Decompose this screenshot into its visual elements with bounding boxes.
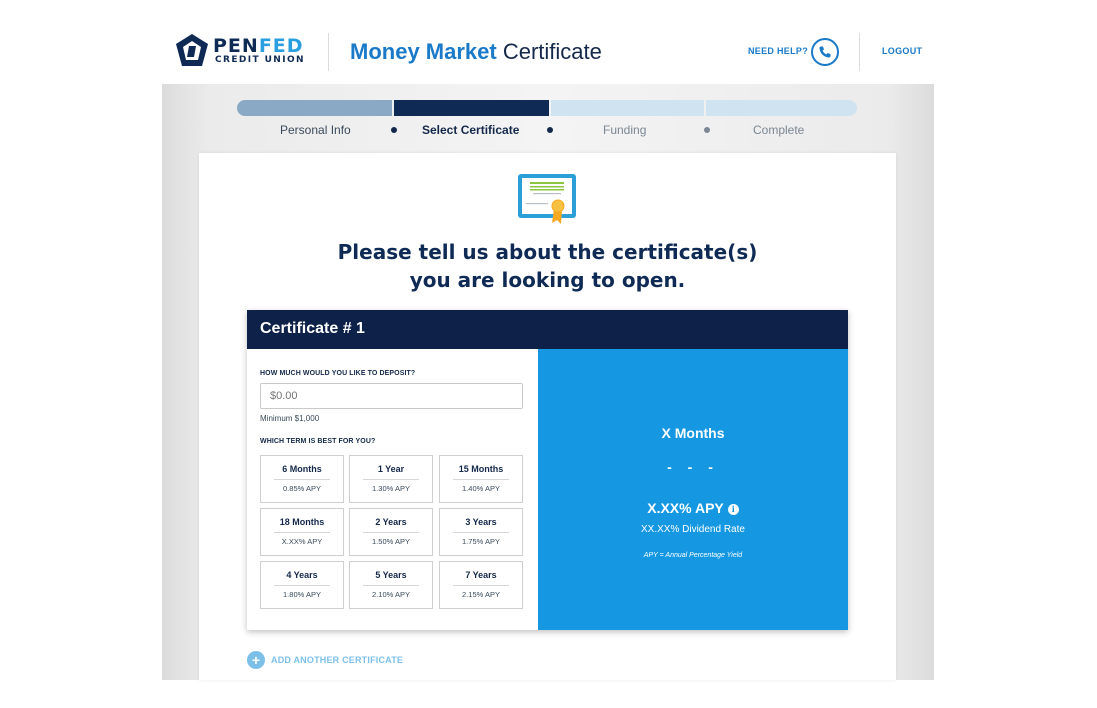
- logout-link[interactable]: LOGOUT: [882, 46, 922, 56]
- top-header: PENFED CREDIT UNION Money Market Certifi…: [0, 0, 1097, 84]
- term-option-15-months[interactable]: 15 Months 1.40% APY: [439, 455, 523, 503]
- step-funding: Funding: [603, 123, 647, 137]
- logo-wordmark: PENFED: [213, 35, 304, 57]
- header-divider: [328, 33, 329, 71]
- header-divider: [859, 33, 860, 71]
- deposit-minimum-note: Minimum $1,000: [260, 414, 320, 423]
- term-label: WHICH TERM IS BEST FOR YOU?: [260, 438, 376, 445]
- term-option-3-years[interactable]: 3 Years 1.75% APY: [439, 508, 523, 556]
- certificate-header: Certificate # 1: [247, 310, 848, 349]
- phone-icon[interactable]: [811, 38, 839, 66]
- certificate-form: HOW MUCH WOULD YOU LIKE TO DEPOSIT? Mini…: [247, 349, 538, 630]
- page-title: Money Market Certificate: [350, 39, 602, 64]
- summary-apy: X.XX% APY i: [538, 500, 848, 516]
- progress-segment-complete: [706, 100, 857, 116]
- logo-tagline: CREDIT UNION: [215, 55, 305, 65]
- term-option-1-year[interactable]: 1 Year 1.30% APY: [349, 455, 433, 503]
- need-help-link[interactable]: NEED HELP?: [748, 46, 808, 56]
- step-personal-info: Personal Info: [280, 123, 351, 137]
- info-icon[interactable]: i: [727, 504, 739, 515]
- page-headline: Please tell us about the certificate(s) …: [337, 240, 758, 292]
- step-separator-dot: [391, 127, 397, 133]
- progress-segment-select-certificate: [394, 100, 549, 116]
- summary-placeholder-dashes: - - -: [667, 459, 719, 475]
- certificate-summary: X Months - - - X.XX% APY i XX.XX% Dividen…: [538, 349, 848, 630]
- term-option-5-years[interactable]: 5 Years 2.10% APY: [349, 561, 433, 609]
- step-separator-dot: [704, 127, 710, 133]
- term-option-2-years[interactable]: 2 Years 1.50% APY: [349, 508, 433, 556]
- deposit-label: HOW MUCH WOULD YOU LIKE TO DEPOSIT?: [260, 370, 416, 377]
- step-separator-dot: [547, 127, 553, 133]
- term-option-4-years[interactable]: 4 Years 1.80% APY: [260, 561, 344, 609]
- certificate-title: Certificate # 1: [260, 320, 365, 337]
- plus-icon: +: [247, 651, 265, 669]
- penfed-shield-icon: [176, 34, 208, 66]
- apy-definition-note: APY = Annual Percentage Yield: [643, 552, 743, 559]
- term-option-6-months[interactable]: 6 Months 0.85% APY: [260, 455, 344, 503]
- add-certificate-label: ADD ANOTHER CERTIFICATE: [271, 655, 404, 665]
- certificate-panel: Certificate # 1 HOW MUCH WOULD YOU LIKE …: [247, 310, 848, 630]
- certificate-icon: [518, 174, 576, 224]
- progress-segment-personal-info: [237, 100, 392, 116]
- term-option-7-years[interactable]: 7 Years 2.15% APY: [439, 561, 523, 609]
- term-option-18-months[interactable]: 18 Months X.XX% APY: [260, 508, 344, 556]
- penfed-logo[interactable]: PENFED CREDIT UNION: [175, 33, 311, 69]
- step-complete: Complete: [753, 123, 805, 137]
- summary-dividend-rate: XX.XX% Dividend Rate: [641, 524, 745, 535]
- progress-segment-funding: [551, 100, 704, 116]
- deposit-amount-input[interactable]: [260, 383, 523, 409]
- step-select-certificate: Select Certificate: [422, 123, 520, 137]
- summary-term: X Months: [661, 425, 725, 441]
